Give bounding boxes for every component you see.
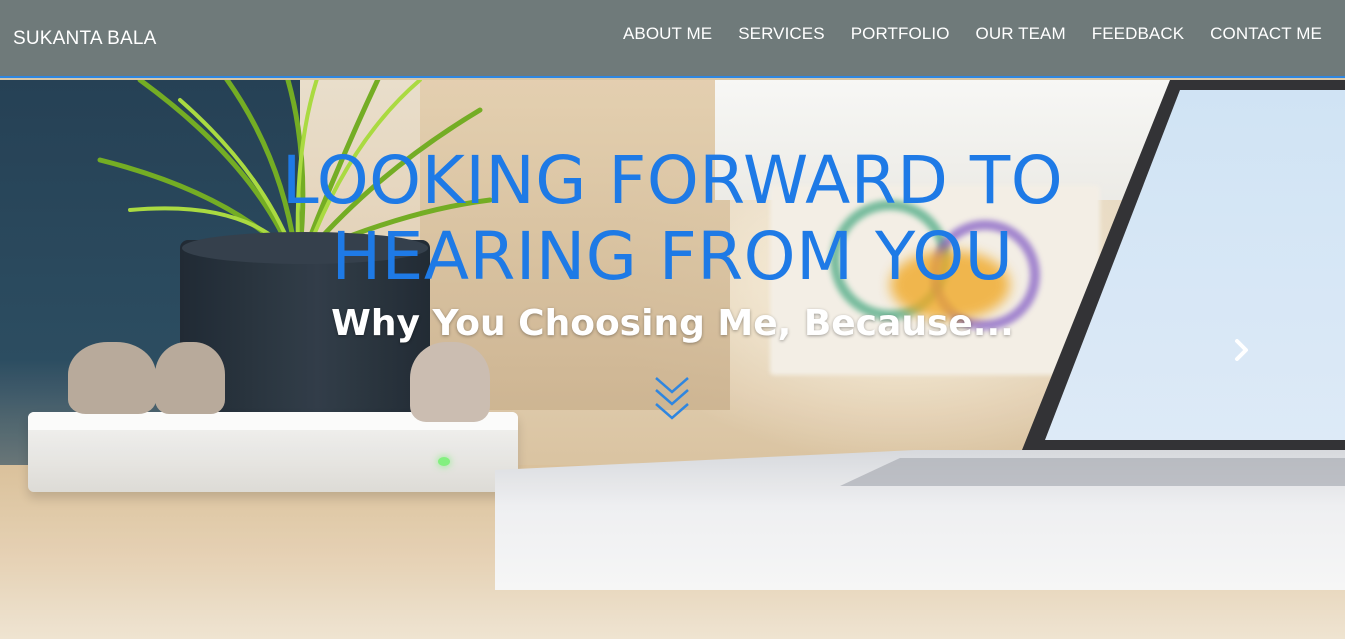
double-chevron-down-icon [655, 377, 689, 420]
brand-link[interactable]: SUKANTA BALA [13, 28, 157, 50]
nav-about-me[interactable]: ABOUT ME [623, 24, 712, 44]
hero-headline-line1: LOOKING FORWARD TO [281, 142, 1064, 219]
nav-our-team[interactable]: OUR TEAM [976, 24, 1066, 44]
hero-headline-line2: HEARING FROM YOU [331, 218, 1014, 295]
nav-feedback[interactable]: FEEDBACK [1092, 24, 1184, 44]
scroll-down-button[interactable] [652, 374, 692, 428]
nav-services[interactable]: SERVICES [738, 24, 824, 44]
main-nav: ABOUT ME SERVICES PORTFOLIO OUR TEAM FEE… [597, 24, 1322, 44]
hero-subheadline: Why You Choosing Me, Because... [331, 303, 1014, 344]
nav-contact-me[interactable]: CONTACT ME [1210, 24, 1322, 44]
nav-portfolio[interactable]: PORTFOLIO [851, 24, 950, 44]
hero-caption: LOOKING FORWARD TO HEARING FROM YOU Why … [0, 143, 1345, 349]
hero-headline: LOOKING FORWARD TO HEARING FROM YOU [0, 143, 1345, 295]
navbar: SUKANTA BALA ABOUT ME SERVICES PORTFOLIO… [0, 0, 1345, 78]
